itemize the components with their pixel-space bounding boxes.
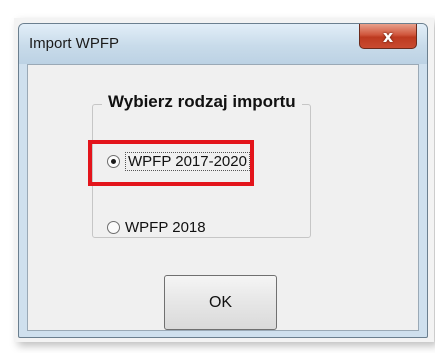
window-title: Import WPFP [29, 35, 120, 52]
ok-button[interactable]: OK [164, 275, 277, 330]
close-icon: x [382, 26, 394, 46]
radio-unselected-icon[interactable] [107, 221, 120, 234]
close-button[interactable]: x [359, 24, 417, 49]
title-bar[interactable]: Import WPFP x [19, 24, 427, 64]
option-wpfp-2018[interactable]: WPFP 2018 [107, 219, 206, 236]
option-label: WPFP 2018 [125, 219, 206, 236]
ok-button-label: OK [208, 293, 233, 311]
groupbox-label: Wybierz rodzaj importu [102, 92, 302, 112]
annotation-highlight-box [88, 140, 254, 186]
